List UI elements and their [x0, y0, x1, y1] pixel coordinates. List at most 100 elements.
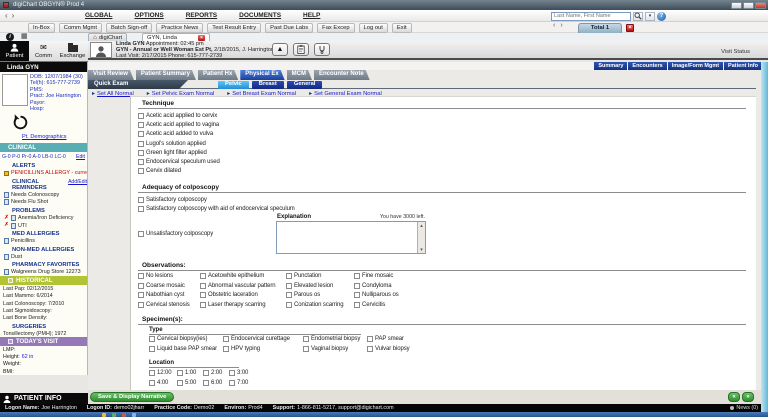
specimen-type-checkbox-item[interactable]: Liquid base PAP smear: [149, 346, 223, 352]
checkbox[interactable]: [149, 336, 155, 342]
checkbox[interactable]: [138, 113, 144, 119]
checkbox[interactable]: [354, 292, 360, 298]
adequacy-checkbox-item[interactable]: Satisfactory colposcopy with aid of endo…: [138, 204, 746, 213]
toolbar-button[interactable]: Batch Sign-off: [106, 23, 152, 33]
tab-encounter-note[interactable]: Encounter Note: [314, 70, 370, 80]
stethoscope-button[interactable]: [314, 43, 330, 56]
history-nav-arrows[interactable]: ‹›: [5, 11, 18, 20]
technique-checkbox-item[interactable]: Acetic acid applied to cervix: [138, 111, 746, 120]
unsatisfactory-checkbox-item[interactable]: Unsatisfactory colposcopy: [138, 231, 213, 237]
technique-checkbox-item[interactable]: Acetic acid applied to vagina: [138, 120, 746, 129]
next-page-button[interactable]: »: [742, 392, 754, 402]
observation-checkbox-item[interactable]: Parous os: [286, 292, 354, 298]
forward-icon[interactable]: ›: [12, 11, 19, 20]
window-edge-scroll-strip[interactable]: [761, 62, 768, 412]
scroll-down-icon[interactable]: ▼: [419, 247, 423, 252]
location-checkbox-item[interactable]: 4:00: [149, 380, 177, 386]
checkbox[interactable]: [286, 273, 292, 279]
observation-checkbox-item[interactable]: Acetowhite epithelium: [200, 273, 286, 279]
set-normal-link[interactable]: ▸Set All Normal: [92, 91, 134, 97]
checkbox[interactable]: [200, 273, 206, 279]
checkbox[interactable]: [138, 150, 144, 156]
calculator-icon[interactable]: ▦: [21, 33, 28, 41]
news-indicator[interactable]: News (0): [730, 404, 758, 412]
refresh-icon[interactable]: [12, 114, 29, 131]
checkbox[interactable]: [286, 283, 292, 289]
checkbox[interactable]: [138, 283, 144, 289]
checkbox[interactable]: [138, 168, 144, 174]
observation-checkbox-item[interactable]: Nabothian cyst: [138, 292, 200, 298]
location-checkbox-item[interactable]: 7:00: [229, 380, 255, 386]
checkbox[interactable]: [303, 336, 309, 342]
checkbox[interactable]: [354, 302, 360, 308]
checkbox[interactable]: [177, 380, 183, 386]
textarea-scrollbar[interactable]: ▲ ▼: [417, 222, 425, 253]
adequacy-checkbox-item[interactable]: Satisfactory colposcopy: [138, 195, 746, 204]
location-checkbox-item[interactable]: 6:00: [203, 380, 229, 386]
info-icon[interactable]: i: [6, 33, 14, 41]
checkbox[interactable]: [138, 159, 144, 165]
toolbar-button[interactable]: In-Box: [28, 23, 55, 33]
specimen-type-checkbox-item[interactable]: Endocervical curettage: [223, 336, 303, 342]
total-patients-tab[interactable]: Total 1: [578, 23, 622, 33]
scroll-up-icon[interactable]: ▲: [419, 223, 423, 228]
technique-checkbox-item[interactable]: Lugol's solution applied: [138, 139, 746, 148]
checkbox[interactable]: [149, 380, 155, 386]
checkbox[interactable]: [223, 346, 229, 352]
observation-checkbox-item[interactable]: Condyloma: [354, 283, 746, 289]
toolbar-button[interactable]: Exit: [392, 23, 412, 33]
checkbox[interactable]: [229, 370, 235, 376]
specimen-type-checkbox-item[interactable]: Vaginal biopsy: [303, 346, 367, 352]
toolbar-button[interactable]: Past Due Labs: [265, 23, 313, 33]
specimen-type-checkbox-item[interactable]: Endometrial biopsy: [303, 336, 367, 342]
problem-item[interactable]: ✗Anemia/Iron Deficiency: [0, 214, 87, 222]
toolbar-button[interactable]: Log out: [359, 23, 388, 33]
checkbox[interactable]: [138, 131, 144, 137]
toolbar-button[interactable]: Fax Excep: [317, 23, 354, 33]
remove-problem-icon[interactable]: ✗: [4, 223, 9, 228]
menu-item[interactable]: GLOBAL: [85, 12, 112, 19]
observation-checkbox-item[interactable]: Abnormal vascular pattern: [200, 283, 286, 289]
help-icon[interactable]: ?: [657, 12, 666, 21]
observation-checkbox-item[interactable]: Cervicitis: [354, 302, 746, 308]
tab-mcm[interactable]: MCM: [287, 70, 312, 80]
checkbox[interactable]: [138, 197, 144, 203]
reminder-item[interactable]: Needs Flu Shot: [0, 199, 87, 207]
checkbox[interactable]: [138, 292, 144, 298]
med-allergy-item[interactable]: Penicillins: [0, 237, 87, 245]
menu-item[interactable]: OPTIONS: [134, 12, 163, 19]
menu-item[interactable]: REPORTS: [186, 12, 217, 19]
observation-checkbox-item[interactable]: Conization scarring: [286, 302, 354, 308]
tab-physical-ex[interactable]: Physical Ex: [240, 70, 284, 80]
taskbar-icon[interactable]: [132, 413, 136, 417]
non-med-allergy-item[interactable]: Dust: [0, 253, 87, 261]
menu-item[interactable]: DOCUMENTS: [239, 12, 281, 19]
header-link[interactable]: Image/Form Mgmt: [668, 62, 723, 70]
taskbar-icon[interactable]: [112, 413, 116, 417]
header-link[interactable]: Summary: [594, 62, 627, 70]
taskbar-icon[interactable]: [92, 413, 96, 417]
checkbox[interactable]: [229, 380, 235, 386]
checkbox[interactable]: [138, 231, 144, 237]
technique-checkbox-item[interactable]: Cervix dilated: [138, 167, 746, 176]
taskbar-icon[interactable]: [122, 413, 126, 417]
checkbox[interactable]: [138, 206, 144, 212]
menu-item[interactable]: HELP: [303, 12, 320, 19]
observation-checkbox-item[interactable]: Laser therapy scarring: [200, 302, 286, 308]
toolbar-button[interactable]: Practice News: [156, 23, 203, 33]
checkbox[interactable]: [354, 273, 360, 279]
checkbox[interactable]: [286, 302, 292, 308]
subtab-general[interactable]: General: [287, 81, 323, 89]
vital-value-link[interactable]: 62 in: [22, 354, 34, 360]
location-checkbox-item[interactable]: 5:00: [177, 380, 203, 386]
reminder-item[interactable]: Needs Colonoscopy: [0, 191, 87, 199]
location-checkbox-item[interactable]: 3:00: [229, 370, 255, 376]
observation-checkbox-item[interactable]: Elevated lesion: [286, 283, 354, 289]
save-display-narrative-button[interactable]: Save & Display Narrative: [90, 392, 174, 402]
explanation-textarea[interactable]: ▲ ▼: [276, 221, 426, 254]
observation-checkbox-item[interactable]: Fine mosaic: [354, 273, 746, 279]
observation-checkbox-item[interactable]: Cervical stenosis: [138, 302, 200, 308]
minimize-button[interactable]: [731, 2, 742, 9]
close-patient-list-icon[interactable]: ×: [626, 24, 634, 32]
checkbox[interactable]: [138, 141, 144, 147]
